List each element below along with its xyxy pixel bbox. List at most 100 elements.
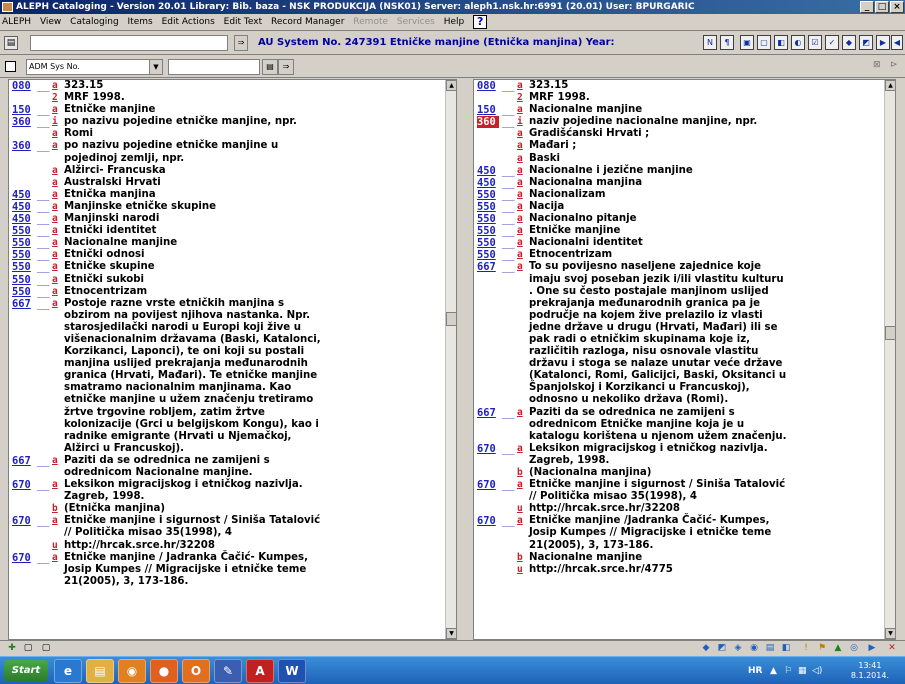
tb-e-icon[interactable]: ◧ <box>774 35 788 50</box>
tb-a-icon[interactable]: N <box>703 35 717 50</box>
menu-edit-text[interactable]: Edit Text <box>224 17 263 27</box>
tray-arrow-icon[interactable]: ▲ <box>770 666 777 676</box>
marc-tag[interactable]: 667 <box>12 455 34 467</box>
chevron-down-icon[interactable]: ▼ <box>149 60 162 74</box>
left-scrollbar[interactable]: ▲ ▼ <box>445 80 456 639</box>
marc-tag[interactable]: 550 <box>12 286 34 298</box>
menu-cataloging[interactable]: Cataloging <box>70 17 118 27</box>
marc-tag[interactable]: 550 <box>12 237 34 249</box>
status-tool-5-icon[interactable]: ▤ <box>764 643 776 655</box>
tb-i-icon[interactable]: ◆ <box>842 35 856 50</box>
record-field[interactable] <box>30 35 228 51</box>
firefox-icon[interactable]: ● <box>150 659 178 683</box>
marc-tag[interactable]: 550 <box>12 249 34 261</box>
marc-tag[interactable]: 450 <box>477 177 499 189</box>
tb-k-icon[interactable]: ▶ <box>876 35 890 50</box>
marc-tag[interactable]: 550 <box>12 274 34 286</box>
tb-c-icon[interactable]: ▣ <box>740 35 754 50</box>
marc-tag[interactable]: 550 <box>477 201 499 213</box>
marc-tag[interactable]: 667 <box>477 407 499 419</box>
scroll-thumb[interactable] <box>885 326 895 340</box>
marc-tag[interactable]: 550 <box>12 225 34 237</box>
marc-tag[interactable]: 667 <box>12 298 34 310</box>
help-icon[interactable]: ? <box>473 14 488 29</box>
right-scrollbar[interactable]: ▲ ▼ <box>884 80 895 639</box>
word-icon[interactable]: W <box>278 659 306 683</box>
status-add-icon[interactable]: ✚ <box>6 643 18 655</box>
menu-aleph[interactable]: ALEPH <box>2 17 31 27</box>
scroll-down-icon[interactable]: ▼ <box>446 628 456 639</box>
marc-tag[interactable]: 550 <box>12 261 34 273</box>
status-tool-6-icon[interactable]: ◧ <box>780 643 792 655</box>
tb-l-icon[interactable]: ◀ <box>891 35 903 50</box>
aleph-icon[interactable]: ✎ <box>214 659 242 683</box>
marc-tag[interactable]: 670 <box>12 515 34 527</box>
tb-b-icon[interactable]: ¶ <box>720 35 734 50</box>
start-button[interactable]: Start <box>4 660 48 682</box>
marc-tag[interactable]: 450 <box>12 201 34 213</box>
menu-edit-actions[interactable]: Edit Actions <box>162 17 215 27</box>
menu-items[interactable]: Items <box>128 17 153 27</box>
marc-tag[interactable]: 670 <box>477 479 499 491</box>
marc-tag[interactable]: 550 <box>477 249 499 261</box>
marc-tag[interactable]: 150 <box>477 104 499 116</box>
left-record-pane[interactable]: 080 __ a 323.15 2 MRF 1998. 150 __ a Etničke manj… <box>8 79 457 640</box>
tb-j-icon[interactable]: ◩ <box>859 35 873 50</box>
status-tool-10-icon[interactable]: ◎ <box>848 643 860 655</box>
close-button[interactable]: × <box>890 1 904 13</box>
marc-tag[interactable]: 670 <box>477 515 499 527</box>
folder-icon[interactable]: ▤ <box>86 659 114 683</box>
network-icon[interactable]: ▦ <box>798 666 807 676</box>
ie-icon[interactable]: e <box>54 659 82 683</box>
menu-help[interactable]: Help <box>444 17 465 27</box>
search-input[interactable] <box>168 59 260 75</box>
status-tool-2-icon[interactable]: ◩ <box>716 643 728 655</box>
marc-tag[interactable]: 150 <box>12 104 34 116</box>
marc-tag[interactable]: 550 <box>477 225 499 237</box>
marc-tag[interactable]: 670 <box>12 552 34 564</box>
menu-record-manager[interactable]: Record Manager <box>271 17 344 27</box>
maximize-button[interactable]: □ <box>875 1 889 13</box>
expand-icon[interactable]: ⊳ <box>890 60 898 70</box>
marc-tag[interactable]: 080 <box>12 80 34 92</box>
scroll-down-icon[interactable]: ▼ <box>885 628 895 639</box>
status-grid-icon[interactable]: ▢ <box>22 643 34 655</box>
tb-h-icon[interactable]: ✓ <box>825 35 839 50</box>
status-close-icon[interactable]: ✕ <box>886 643 898 655</box>
checkbox[interactable] <box>5 61 16 72</box>
right-record-pane[interactable]: 080 __ a 323.15 2 MRF 1998. 150 __ a Nacionalne m… <box>473 79 896 640</box>
status-tool-8-icon[interactable]: ⚑ <box>816 643 828 655</box>
marc-tag[interactable]: 550 <box>477 237 499 249</box>
save-icon[interactable]: ▤ <box>4 36 18 50</box>
status-tool-3-icon[interactable]: ◈ <box>732 643 744 655</box>
record-go-button[interactable]: ⇒ <box>234 35 248 51</box>
marc-tag[interactable]: 080 <box>477 80 499 92</box>
marc-tag[interactable]: 450 <box>477 165 499 177</box>
marc-tag[interactable]: 670 <box>477 443 499 455</box>
pdf-icon[interactable]: A <box>246 659 274 683</box>
pin-icon[interactable]: ⊠ <box>873 60 881 70</box>
volume-icon[interactable]: ◁) <box>812 666 822 676</box>
minimize-button[interactable]: _ <box>860 1 874 13</box>
marc-tag[interactable]: 450 <box>12 213 34 225</box>
search-field-select[interactable]: ADM Sys No. ▼ <box>26 59 163 75</box>
marc-tag[interactable]: 550 <box>477 189 499 201</box>
flag-icon[interactable]: ⚐ <box>784 666 792 676</box>
language-indicator[interactable]: HR <box>748 666 762 676</box>
tb-g-icon[interactable]: ☑ <box>808 35 822 50</box>
scroll-up-icon[interactable]: ▲ <box>885 80 895 91</box>
search-button[interactable]: ▤ <box>262 59 278 75</box>
status-tool-7-icon[interactable]: ! <box>800 643 812 655</box>
marc-tag[interactable]: 360 <box>12 116 34 128</box>
status-tool-11-icon[interactable]: ▶ <box>866 643 878 655</box>
status-list-icon[interactable]: ▢ <box>40 643 52 655</box>
scroll-thumb[interactable] <box>446 312 456 326</box>
scroll-up-icon[interactable]: ▲ <box>446 80 456 91</box>
tb-d-icon[interactable]: ▢ <box>757 35 771 50</box>
marc-tag[interactable]: 450 <box>12 189 34 201</box>
tb-f-icon[interactable]: ◐ <box>791 35 805 50</box>
status-tool-1-icon[interactable]: ◆ <box>700 643 712 655</box>
marc-tag[interactable]: 667 <box>477 261 499 273</box>
pane-splitter[interactable] <box>457 79 473 640</box>
media-icon[interactable]: ◉ <box>118 659 146 683</box>
